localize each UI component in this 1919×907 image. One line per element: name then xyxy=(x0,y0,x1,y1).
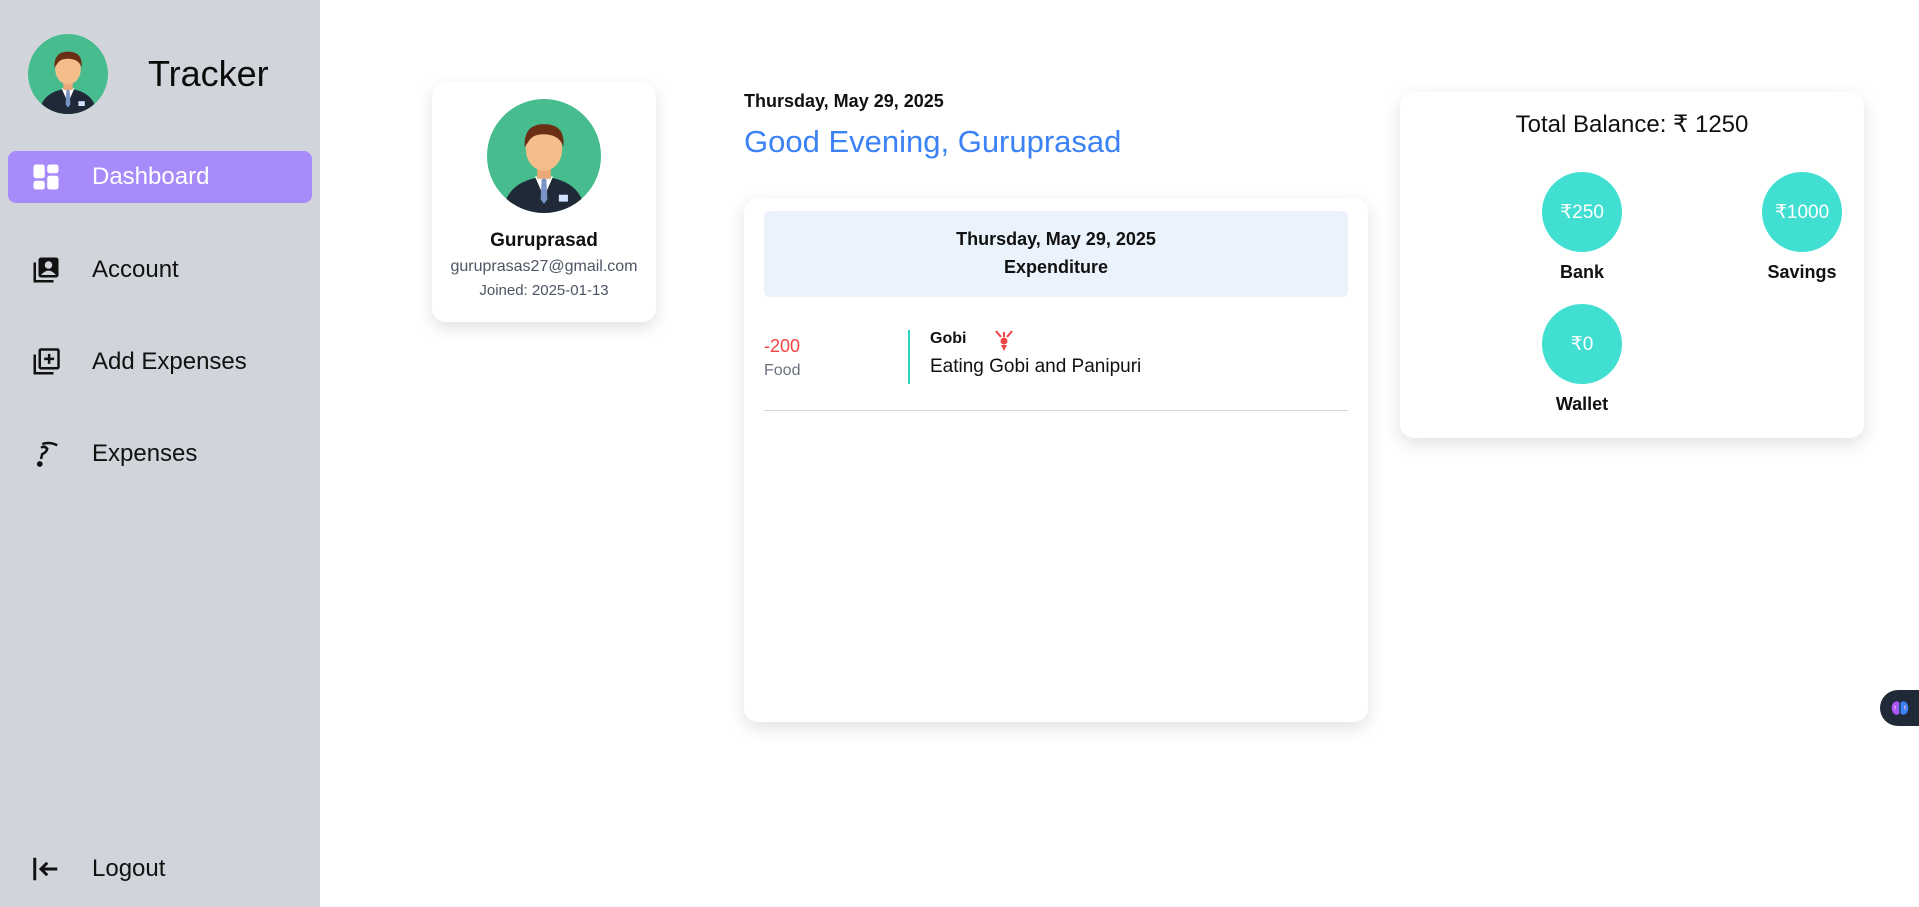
expense-amount: -200 xyxy=(764,336,801,356)
account-label: Bank xyxy=(1559,262,1604,282)
logout-button[interactable]: Logout xyxy=(8,843,312,895)
sidebar-item-label: Expenses xyxy=(92,440,198,467)
floating-widget-button[interactable] xyxy=(1880,690,1919,726)
account-label: Wallet xyxy=(1555,394,1609,414)
account-amount: ₹1000 xyxy=(1762,172,1842,252)
account-amount: ₹250 xyxy=(1542,172,1622,252)
greeting: Good Evening, Guruprasad xyxy=(744,124,1122,159)
dashboard-icon xyxy=(30,161,62,193)
expenditure-card: Thursday, May 29, 2025 Expenditure -200 … xyxy=(744,198,1368,722)
account-wallet[interactable]: ₹0 Wallet xyxy=(1522,304,1642,415)
sidebar-item-account[interactable]: Account xyxy=(8,244,312,296)
brand: Tracker xyxy=(28,34,269,114)
expenses-icon xyxy=(30,438,62,470)
brain-icon xyxy=(1891,701,1908,715)
profile-avatar-icon xyxy=(487,99,601,213)
balance-card: Total Balance: ₹ 1250 ₹250 Bank ₹1000 Sa… xyxy=(1400,92,1864,438)
user-avatar-icon xyxy=(28,34,108,114)
current-date: Thursday, May 29, 2025 xyxy=(744,91,944,111)
profile-name: Guruprasad xyxy=(490,230,598,251)
food-icon xyxy=(995,330,1013,351)
logout-icon xyxy=(30,853,62,885)
total-balance: Total Balance: ₹ 1250 xyxy=(1515,111,1749,138)
sidebar-item-dashboard[interactable]: Dashboard xyxy=(8,151,312,203)
expense-category: Food xyxy=(764,362,801,379)
expenditure-title: Expenditure xyxy=(1003,257,1109,277)
sidebar-item-add-expenses[interactable]: Add Expenses xyxy=(8,336,312,388)
account-amount: ₹0 xyxy=(1542,304,1622,384)
sidebar-item-label: Add Expenses xyxy=(92,348,247,375)
expense-name: Gobi xyxy=(930,330,967,347)
account-icon xyxy=(30,254,62,286)
expenditure-header: Thursday, May 29, 2025 Expenditure xyxy=(764,211,1348,297)
sidebar-item-expenses[interactable]: Expenses xyxy=(8,428,312,480)
app-title: Tracker xyxy=(148,53,269,94)
account-bank[interactable]: ₹250 Bank xyxy=(1522,172,1642,283)
profile-joined-date: Joined: 2025-01-13 xyxy=(479,282,609,299)
add-expense-icon xyxy=(30,346,62,378)
account-savings[interactable]: ₹1000 Savings xyxy=(1742,172,1862,283)
expense-description: Eating Gobi and Panipuri xyxy=(930,356,1142,377)
sidebar-item-label: Account xyxy=(92,256,179,283)
sidebar: Tracker Dashboard Account Add Expenses E… xyxy=(0,0,320,907)
sidebar-item-label: Dashboard xyxy=(92,163,210,190)
account-label: Savings xyxy=(1767,262,1837,282)
profile-email: guruprasas27@gmail.com xyxy=(450,258,638,275)
row-divider xyxy=(908,330,910,384)
expense-row[interactable]: -200 Food Gobi Eating Gobi and Panipuri xyxy=(764,318,1348,411)
profile-card: Guruprasad guruprasas27@gmail.com Joined… xyxy=(432,82,656,322)
expenditure-date: Thursday, May 29, 2025 xyxy=(956,229,1156,249)
logout-label: Logout xyxy=(92,855,166,882)
